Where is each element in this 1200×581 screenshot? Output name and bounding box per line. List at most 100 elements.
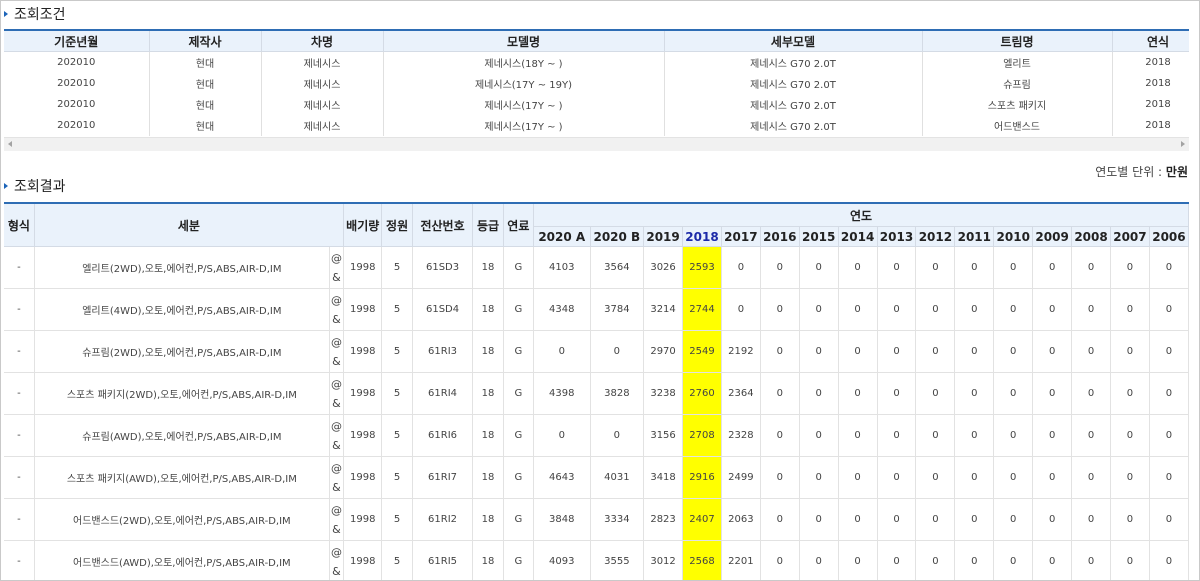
cell-year-price: 0 [915, 540, 956, 580]
result-table-container[interactable]: 형식 세분 배기량 정원 전산번호 등급 연료 연도 2020 A 2020 B2… [4, 202, 1189, 580]
cell-year-price: 0 [533, 414, 591, 457]
cell-fuel: G [503, 414, 534, 457]
result-header-row-1: 형식 세분 배기량 정원 전산번호 등급 연료 연도 [4, 204, 1189, 247]
scroll-right-arrow-icon[interactable] [1181, 141, 1185, 147]
cell-symbols: @ & [329, 330, 345, 373]
cell-year-price: 0 [760, 498, 800, 541]
cell-model-year: 2018 [1112, 115, 1189, 136]
symbol-amp: & [332, 354, 341, 368]
cell-year-price: 0 [1071, 540, 1111, 580]
cell-year-price: 0 [954, 498, 995, 541]
cell-year-price: 3555 [590, 540, 645, 580]
cell-code: 61SD4 [412, 288, 474, 331]
unit-label: 연도별 단위 : 만원 [1095, 163, 1188, 180]
cell-code: 61RI6 [412, 414, 474, 457]
cell-year-price: 0 [533, 330, 591, 373]
table-row[interactable]: - 어드밴스드(AWD),오토,에어컨,P/S,ABS,AIR-D,IM @ & 199… [4, 540, 1189, 580]
result-section-title: 조회결과 [4, 176, 66, 196]
cell-year-price: 3564 [590, 246, 645, 289]
symbol-amp: & [332, 522, 341, 536]
cell-symbols: @ & [329, 456, 345, 499]
cell-detail: 슈프림(AWD),오토,에어컨,P/S,ABS,AIR-D,IM [34, 414, 330, 457]
cell-year-price: 0 [954, 372, 995, 415]
cell-grade: 18 [472, 246, 504, 289]
table-row[interactable]: - 슈프림(2WD),오토,에어컨,P/S,ABS,AIR-D,IM @ & 1998 5… [4, 330, 1189, 373]
cell-year-price: 0 [915, 288, 956, 331]
cell-year-price: 0 [993, 288, 1034, 331]
unit-value: 만원 [1165, 165, 1188, 179]
cell-year-price: 0 [799, 456, 839, 499]
cell-sub-model: 제네시스 G70 2.0T [664, 94, 923, 115]
header-year: 2018 [682, 226, 722, 247]
cell-maker: 현대 [149, 51, 262, 73]
condition-row[interactable]: 202010 현대 제네시스 제네시스(17Y ~ ) 제네시스 G70 2.0T 어드밴… [4, 115, 1189, 136]
cell-year-price: 2201 [721, 540, 761, 580]
cell-year-price: 0 [799, 330, 839, 373]
cell-fuel: G [503, 246, 534, 289]
cell-year-price: 0 [877, 540, 917, 580]
table-row[interactable]: - 스포츠 패키지(AWD),오토,에어컨,P/S,ABS,AIR-D,IM @ & 1… [4, 456, 1189, 499]
cell-year-price: 0 [1071, 414, 1111, 457]
scroll-left-arrow-icon[interactable] [8, 141, 12, 147]
header-grade: 등급 [472, 204, 504, 247]
cell-year-price: 0 [1071, 456, 1111, 499]
header-years-group: 연도 [533, 204, 1189, 227]
cell-year-price: 0 [1032, 414, 1073, 457]
cell-maker: 현대 [149, 73, 262, 94]
cell-model-year: 2018 [1112, 94, 1189, 115]
cell-displacement: 1998 [343, 540, 383, 580]
cell-year-price: 0 [1032, 330, 1073, 373]
cell-year-price: 2593 [682, 246, 722, 289]
section-bullet-icon [4, 11, 8, 17]
condition-row[interactable]: 202010 현대 제네시스 제네시스(17Y ~ 19Y) 제네시스 G70 2.0T… [4, 73, 1189, 94]
cell-year-price: 3418 [643, 456, 684, 499]
cell-year-price: 0 [877, 372, 917, 415]
condition-row[interactable]: 202010 현대 제네시스 제네시스(18Y ~ ) 제네시스 G70 2.0T 엘리트… [4, 51, 1189, 73]
cell-fuel: G [503, 288, 534, 331]
cell-year-price: 0 [954, 414, 995, 457]
table-row[interactable]: - 스포츠 패키지(2WD),오토,에어컨,P/S,ABS,AIR-D,IM @ & 1… [4, 372, 1189, 415]
cell-detail: 엘리트(2WD),오토,에어컨,P/S,ABS,AIR-D,IM [34, 246, 330, 289]
condition-horizontal-scrollbar[interactable] [4, 137, 1189, 151]
cell-symbols: @ & [329, 498, 345, 541]
cell-year-price: 0 [954, 246, 995, 289]
table-row[interactable]: - 슈프림(AWD),오토,에어컨,P/S,ABS,AIR-D,IM @ & 1998 5… [4, 414, 1189, 457]
cell-year-price: 0 [877, 288, 917, 331]
cell-year-price: 0 [877, 246, 917, 289]
cell-year-price: 0 [721, 288, 761, 331]
cell-model-year: 2018 [1112, 51, 1189, 73]
cell-year-price: 0 [993, 246, 1034, 289]
header-trim: 트림명 [922, 31, 1113, 52]
cell-seats: 5 [381, 540, 413, 580]
cell-year-price: 0 [993, 498, 1034, 541]
cell-year-price: 0 [1071, 330, 1111, 373]
cell-year-price: 0 [838, 372, 878, 415]
header-year: 2009 [1032, 226, 1073, 247]
table-row[interactable]: - 엘리트(4WD),오토,에어컨,P/S,ABS,AIR-D,IM @ & 1998 5… [4, 288, 1189, 331]
cell-year-price: 0 [838, 540, 878, 580]
unit-label-text: 연도별 단위 : [1095, 165, 1166, 179]
cell-year-price: 2328 [721, 414, 761, 457]
cell-year-price: 0 [1149, 288, 1189, 331]
cell-year-price: 0 [1110, 330, 1150, 373]
cell-year-price: 0 [838, 246, 878, 289]
cell-year-price: 0 [1149, 414, 1189, 457]
cell-displacement: 1998 [343, 288, 383, 331]
cell-year-price: 0 [760, 540, 800, 580]
cell-year-price: 3156 [643, 414, 684, 457]
cell-trim: 엘리트 [922, 51, 1113, 73]
cell-year-price: 0 [954, 288, 995, 331]
cell-year-price: 0 [993, 330, 1034, 373]
cell-year-price: 4093 [533, 540, 591, 580]
table-row[interactable]: - 어드밴스드(2WD),오토,에어컨,P/S,ABS,AIR-D,IM @ & 199… [4, 498, 1189, 541]
condition-row[interactable]: 202010 현대 제네시스 제네시스(17Y ~ ) 제네시스 G70 2.0T 스포츠… [4, 94, 1189, 115]
header-fuel: 연료 [503, 204, 534, 247]
table-row[interactable]: - 엘리트(2WD),오토,에어컨,P/S,ABS,AIR-D,IM @ & 1998 5… [4, 246, 1189, 289]
cell-grade: 18 [472, 414, 504, 457]
cell-year-price: 3334 [590, 498, 645, 541]
cell-year-price: 0 [915, 498, 956, 541]
condition-table-container[interactable]: 기준년월 제작사 차명 모델명 세부모델 트림명 연식 202010 현대 제네시스… [4, 29, 1189, 139]
cell-year-price: 0 [1032, 246, 1073, 289]
cell-year-price: 0 [915, 330, 956, 373]
cell-year-price: 0 [1032, 456, 1073, 499]
